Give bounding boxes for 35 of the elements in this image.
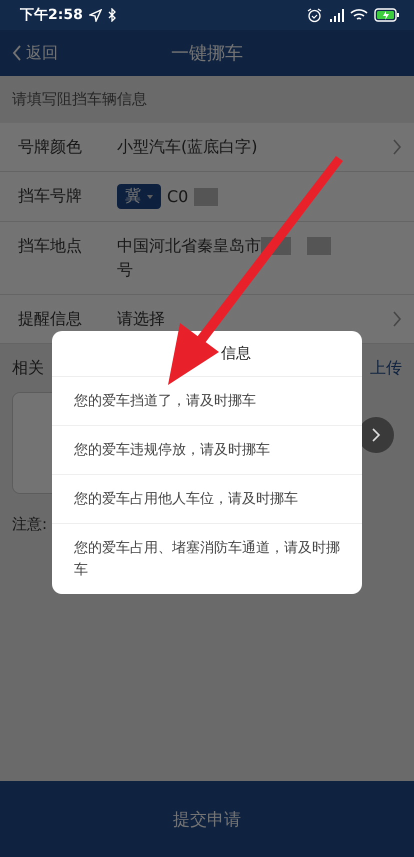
section-hint: 请填写阻挡车辆信息 [11,89,148,110]
reupload-link[interactable]: 上传 [370,358,402,379]
address-text: 中国河北省秦皇岛市 [117,235,261,257]
caret-icon [147,194,153,198]
option-item[interactable]: 您的爱车违规停放，请及时挪车 [52,426,362,475]
battery-icon [374,8,400,22]
redaction-block [194,188,218,206]
back-chevron-icon [12,44,22,62]
chevron-icon [392,138,402,156]
status-time: 下午2:58 [20,6,83,24]
submit-button[interactable]: 提交申请 [0,781,414,857]
address-text: 号 [117,260,133,279]
alarm-icon [307,8,322,22]
option-item[interactable]: 您的爱车占用他人车位，请及时挪车 [52,475,362,524]
field-label: 号牌颜色 [18,136,83,158]
redaction-block [307,237,331,255]
chevron-icon [392,310,402,328]
note-label: 注意: [12,515,48,534]
province-select[interactable]: 冀 [117,184,161,209]
wifi-icon [350,8,368,22]
field-label: 挡车号牌 [18,185,83,207]
signal-icon [328,8,344,22]
dialog-title: 信息 [221,344,251,362]
field-label: 挡车地点 [18,235,83,257]
bluetooth-icon [108,8,117,22]
photos-label: 相关 [12,358,44,379]
option-item[interactable]: 您的爱车占用、堵塞消防车通道，请及时挪车 [52,524,362,594]
field-value[interactable]: 请选择 [117,307,392,331]
plate-number[interactable]: C0 [167,184,188,208]
field-value[interactable]: 小型汽车(蓝底白字) [117,135,392,159]
back-button[interactable]: 返回 [0,42,64,64]
location-icon [88,8,102,22]
field-label: 提醒信息 [18,308,83,330]
chevron-icon [371,427,381,443]
page-title: 一键挪车 [171,43,243,64]
